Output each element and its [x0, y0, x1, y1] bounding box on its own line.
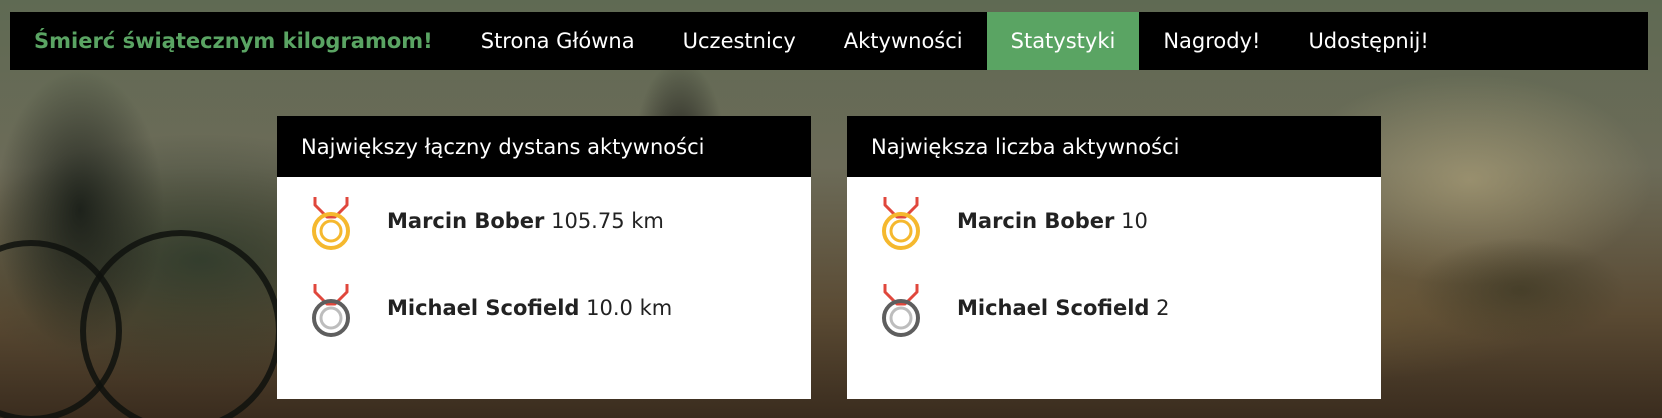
- card-title: Największa liczba aktywności: [847, 116, 1381, 177]
- trees-silhouette: [1380, 220, 1662, 360]
- brand-link[interactable]: Śmierć świątecznym kilogramom!: [10, 12, 457, 70]
- distance-stats-card: Największy łączny dystans aktywności Mar…: [277, 116, 811, 399]
- list-item: Marcin Bober 10: [847, 195, 1381, 282]
- participant-name: Marcin Bober: [957, 209, 1115, 233]
- nav-statistics[interactable]: Statystyki: [986, 12, 1140, 70]
- card-title: Największy łączny dystans aktywności: [277, 116, 811, 177]
- participant-value: 10.0 km: [586, 296, 673, 320]
- nav-share[interactable]: Udostępnij!: [1284, 12, 1452, 70]
- list-item: Marcin Bober 105.75 km: [277, 195, 811, 282]
- participant-name: Michael Scofield: [387, 296, 580, 320]
- participant-value: 105.75 km: [551, 209, 664, 233]
- nav-home[interactable]: Strona Główna: [457, 12, 659, 70]
- participant-value: 2: [1156, 296, 1170, 320]
- list-item: Michael Scofield 2: [847, 282, 1381, 369]
- participant-value: 10: [1121, 209, 1148, 233]
- list-item: Michael Scofield 10.0 km: [277, 282, 811, 369]
- top-navbar: Śmierć świątecznym kilogramom! Strona Gł…: [10, 12, 1648, 70]
- gold-medal-icon: [312, 197, 350, 250]
- silver-medal-icon: [312, 284, 350, 337]
- nav-participants[interactable]: Uczestnicy: [659, 12, 820, 70]
- nav-activities[interactable]: Aktywności: [820, 12, 987, 70]
- nav-awards[interactable]: Nagrody!: [1139, 12, 1284, 70]
- participant-name: Marcin Bober: [387, 209, 545, 233]
- activity-count-card: Największa liczba aktywności Marcin Bobe…: [847, 116, 1381, 399]
- silver-medal-icon: [882, 284, 920, 337]
- participant-name: Michael Scofield: [957, 296, 1150, 320]
- gold-medal-icon: [882, 197, 920, 250]
